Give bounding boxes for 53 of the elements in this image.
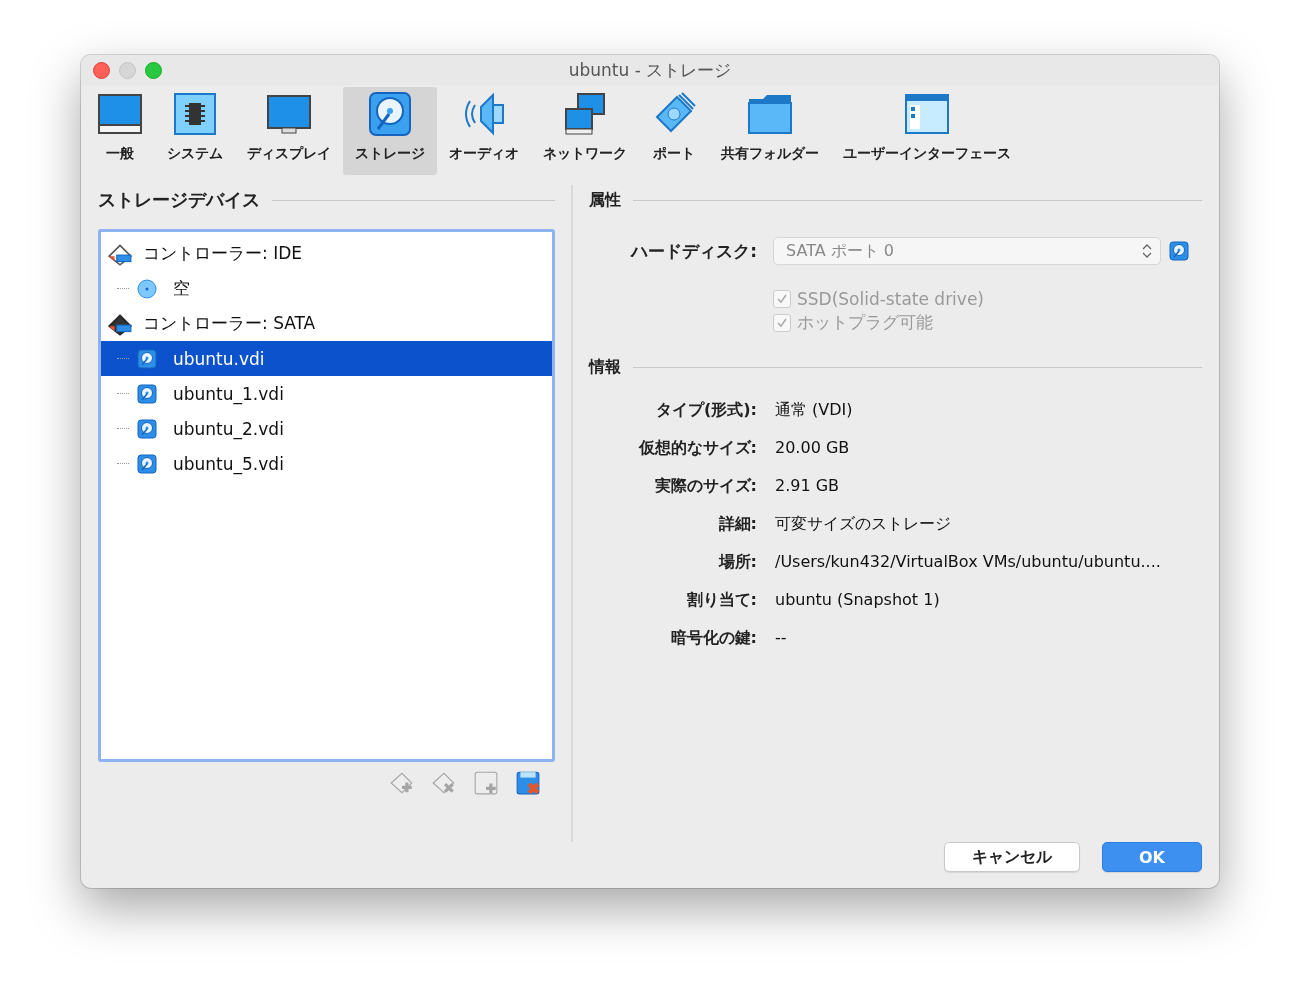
info-label: 割り当て: <box>685 590 757 611</box>
minimize-button[interactable] <box>119 61 136 79</box>
controller-remove-icon <box>431 770 457 796</box>
settings-tab[interactable]: システム <box>155 87 235 175</box>
info-label: 詳細: <box>717 514 757 535</box>
window-icon <box>904 91 950 137</box>
settings-tab[interactable]: ストレージ <box>343 87 437 175</box>
zoom-button[interactable] <box>145 61 162 79</box>
info-label: タイプ(形式): <box>654 400 757 421</box>
tree-item[interactable]: ubuntu_2.vdi <box>101 411 552 446</box>
cancel-button[interactable]: キャンセル <box>944 842 1080 872</box>
tree-item[interactable]: コントローラー: IDE <box>101 236 552 271</box>
settings-tab[interactable]: 共有フォルダー <box>709 87 831 175</box>
info-value: 2.91 GB <box>775 476 841 497</box>
settings-tab[interactable]: ディスプレイ <box>235 87 343 175</box>
choose-disk-button[interactable] <box>1169 241 1189 261</box>
info-value: /Users/kun432/VirtualBox VMs/ubuntu/ubuntu.... <box>775 552 1162 573</box>
info-label: 場所: <box>717 552 757 573</box>
settings-tab[interactable]: ネットワーク <box>531 87 639 175</box>
tree-item[interactable]: 空 <box>101 271 552 306</box>
disk-add-icon <box>473 770 499 796</box>
info-value: 可変サイズのストレージ <box>775 514 952 535</box>
checkmark-icon <box>776 316 788 329</box>
controller-add-icon <box>389 770 415 796</box>
close-button[interactable] <box>93 61 110 79</box>
monitor-icon <box>97 91 143 137</box>
info-value: 20.00 GB <box>775 438 851 459</box>
info-value: -- <box>775 628 788 649</box>
tree-item[interactable]: ubuntu_1.vdi <box>101 376 552 411</box>
checkmark-icon <box>776 293 788 305</box>
settings-tab[interactable]: ポート <box>639 87 709 175</box>
info-value: 通常 (VDI) <box>775 400 854 421</box>
optical-disc-icon <box>137 278 157 299</box>
network-icon <box>562 91 608 137</box>
disk-remove-icon <box>515 770 541 796</box>
info-label: 実際のサイズ: <box>653 476 757 497</box>
window-title: ubuntu - ストレージ <box>568 58 732 82</box>
section-title: 情報 <box>589 356 621 378</box>
info-label: 暗号化の鍵: <box>669 628 757 649</box>
tree-item[interactable]: コントローラー: SATA <box>101 306 552 341</box>
section-title: ストレージデバイス <box>98 188 260 212</box>
remove-attachment-button[interactable] <box>515 770 541 796</box>
section-title: 属性 <box>589 189 621 211</box>
field-label: ハードディスク: <box>629 239 758 263</box>
chevron-up-down-icon <box>1142 243 1152 259</box>
tree-item[interactable]: ubuntu.vdi <box>101 341 552 376</box>
tree-item[interactable]: ubuntu_5.vdi <box>101 446 552 481</box>
settings-tab[interactable]: ユーザーインターフェース <box>831 87 1023 175</box>
settings-tab[interactable]: オーディオ <box>437 87 531 175</box>
info-label: 仮想的なサイズ: <box>637 438 757 459</box>
chip-icon <box>172 91 218 137</box>
info-value: ubuntu (Snapshot 1) <box>775 590 941 611</box>
settings-tab[interactable]: 一般 <box>85 87 155 175</box>
